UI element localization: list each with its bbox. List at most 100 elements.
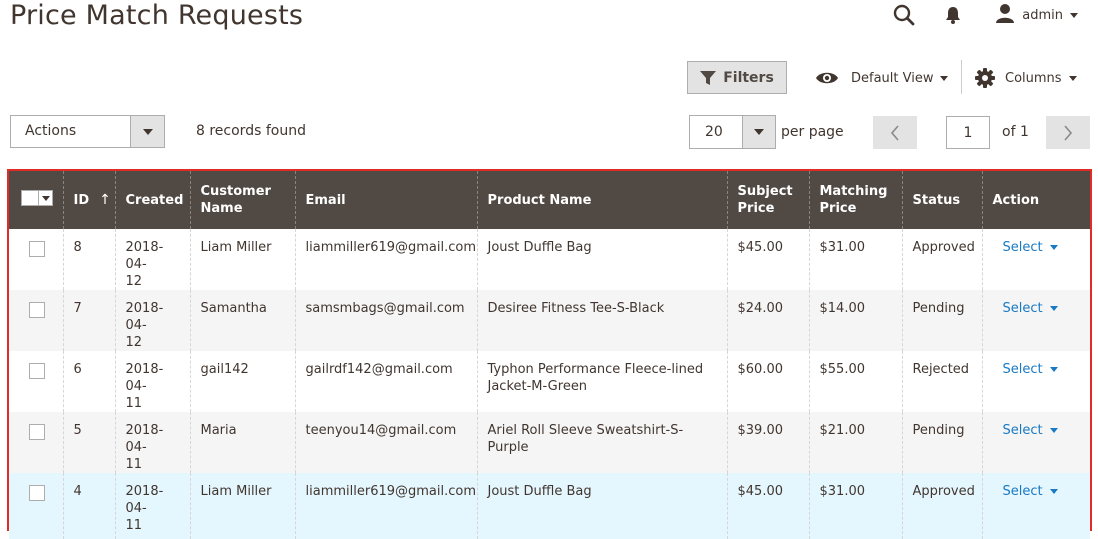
- created-cell: 2018-04- 11: [114, 351, 190, 412]
- table-row[interactable]: 5 2018-04- 11 Maria teenyou14@gmail.com A…: [9, 412, 1090, 473]
- id-cell: 4: [62, 473, 115, 539]
- column-header-id[interactable]: ID ↑: [62, 171, 115, 229]
- view-switcher[interactable]: Default View: [815, 66, 949, 90]
- row-checkbox[interactable]: [29, 302, 45, 318]
- subject-price-cell: $24.00: [726, 290, 809, 351]
- chevron-down-icon: [1068, 75, 1077, 81]
- filters-label: Filters: [723, 69, 774, 86]
- page-number-input[interactable]: [946, 116, 990, 149]
- row-action-select[interactable]: Select: [1003, 300, 1058, 317]
- status-header-label: Status: [912, 192, 961, 208]
- customer-header-line1: Customer: [200, 184, 271, 199]
- created-line2: 12: [125, 274, 143, 289]
- search-icon[interactable]: [893, 4, 915, 26]
- product-line1: Desiree Fitness Tee-S-Black: [487, 301, 665, 316]
- action-cell: Select: [981, 351, 1090, 412]
- chevron-down-icon: [1049, 245, 1058, 250]
- row-checkbox[interactable]: [29, 424, 45, 440]
- id-cell: 8: [62, 229, 115, 290]
- row-checkbox[interactable]: [29, 485, 45, 501]
- user-menu[interactable]: admin: [995, 3, 1078, 27]
- product-header-label: Product Name: [487, 192, 592, 208]
- mass-select-checkbox[interactable]: [22, 191, 38, 205]
- id-cell: 7: [62, 290, 115, 351]
- user-name: admin: [1022, 7, 1063, 23]
- page-title: Price Match Requests: [10, 0, 304, 31]
- matching-price-cell: $14.00: [808, 290, 902, 351]
- customer-cell: Maria: [189, 412, 295, 473]
- table-header-row: ID ↑ Created Customer Name Email Product N…: [9, 171, 1090, 229]
- row-action-select[interactable]: Select: [1003, 483, 1058, 500]
- action-cell: Select: [981, 473, 1090, 539]
- actions-dropdown-toggle[interactable]: [130, 116, 164, 147]
- column-header-email[interactable]: Email: [294, 171, 477, 229]
- row-action-select[interactable]: Select: [1003, 361, 1058, 378]
- chevron-right-icon: [1064, 124, 1073, 141]
- product-cell: Desiree Fitness Tee-S-Black: [476, 290, 727, 351]
- table-row[interactable]: 6 2018-04- 11 gail142 gailrdf142@gmail.co…: [9, 351, 1090, 412]
- per-page-dropdown[interactable]: 20: [689, 115, 776, 149]
- columns-button[interactable]: Columns: [975, 66, 1077, 90]
- bell-icon[interactable]: [945, 6, 961, 24]
- header-actions: admin: [893, 2, 1078, 28]
- column-header-subject-price[interactable]: Subject Price: [726, 171, 809, 229]
- created-line1: 2018-04-: [125, 301, 164, 333]
- mass-select-dropdown[interactable]: [21, 190, 53, 206]
- status-cell: Pending: [901, 412, 982, 473]
- filters-button[interactable]: Filters: [687, 61, 787, 94]
- action-cell: Select: [981, 229, 1090, 290]
- created-line2: 11: [125, 396, 143, 411]
- chevron-down-icon: [1070, 12, 1078, 18]
- product-line1: Typhon Performance Fleece-lined: [487, 362, 704, 377]
- row-select-cell: [9, 229, 63, 290]
- chevron-down-icon: [940, 75, 949, 81]
- previous-page-button[interactable]: [873, 116, 917, 149]
- select-label: Select: [1002, 484, 1043, 499]
- table-row[interactable]: 7 2018-04- 12 Samantha samsmbags@gmail.co…: [9, 290, 1090, 351]
- chevron-down-icon: [1049, 367, 1058, 372]
- row-checkbox[interactable]: [29, 241, 45, 257]
- table-row[interactable]: 4 2018-04- 11 Liam Miller liammiller619@g…: [9, 473, 1090, 539]
- requests-table: ID ↑ Created Customer Name Email Product N…: [9, 171, 1090, 539]
- row-action-select[interactable]: Select: [1003, 422, 1058, 439]
- chevron-down-icon: [1049, 306, 1058, 311]
- customer-cell: gail142: [189, 351, 295, 412]
- row-select-cell: [9, 473, 63, 539]
- row-select-cell: [9, 412, 63, 473]
- column-header-status[interactable]: Status: [901, 171, 982, 229]
- next-page-button[interactable]: [1046, 116, 1090, 149]
- column-header-product-name[interactable]: Product Name: [476, 171, 727, 229]
- created-line2: 11: [125, 518, 143, 533]
- chevron-left-icon: [890, 124, 899, 141]
- customer-cell: Samantha: [189, 290, 295, 351]
- created-line1: 2018-04-: [125, 362, 164, 394]
- chevron-down-icon: [1049, 428, 1058, 433]
- page-total: of 1: [1002, 124, 1029, 140]
- column-header-customer-name[interactable]: Customer Name: [189, 171, 295, 229]
- row-action-select[interactable]: Select: [1003, 239, 1058, 256]
- table-row[interactable]: 8 2018-04- 12 Liam Miller liammiller619@g…: [9, 229, 1090, 290]
- status-cell: Approved: [901, 473, 982, 539]
- chevron-down-icon[interactable]: [38, 191, 52, 205]
- column-header-matching-price[interactable]: Matching Price: [808, 171, 902, 229]
- created-line2: 12: [125, 335, 143, 350]
- toolbar-divider: [961, 60, 962, 94]
- action-cell: Select: [981, 290, 1090, 351]
- actions-dropdown[interactable]: Actions: [10, 115, 165, 148]
- select-label: Select: [1002, 301, 1043, 316]
- created-cell: 2018-04- 11: [114, 412, 190, 473]
- chevron-down-icon: [142, 128, 153, 135]
- mass-select-header: [9, 171, 63, 229]
- chevron-down-icon: [1049, 489, 1058, 494]
- per-page-toggle[interactable]: [742, 116, 775, 148]
- subject-price-cell: $39.00: [726, 412, 809, 473]
- customer-header-line2: Name: [200, 201, 243, 216]
- action-header-label: Action: [992, 192, 1040, 208]
- created-line1: 2018-04-: [125, 240, 164, 272]
- status-cell: Rejected: [901, 351, 982, 412]
- subject-price-cell: $45.00: [726, 473, 809, 539]
- column-header-created[interactable]: Created: [114, 171, 190, 229]
- row-checkbox[interactable]: [29, 363, 45, 379]
- user-icon: [995, 3, 1015, 27]
- records-count: 8 records found: [196, 123, 306, 139]
